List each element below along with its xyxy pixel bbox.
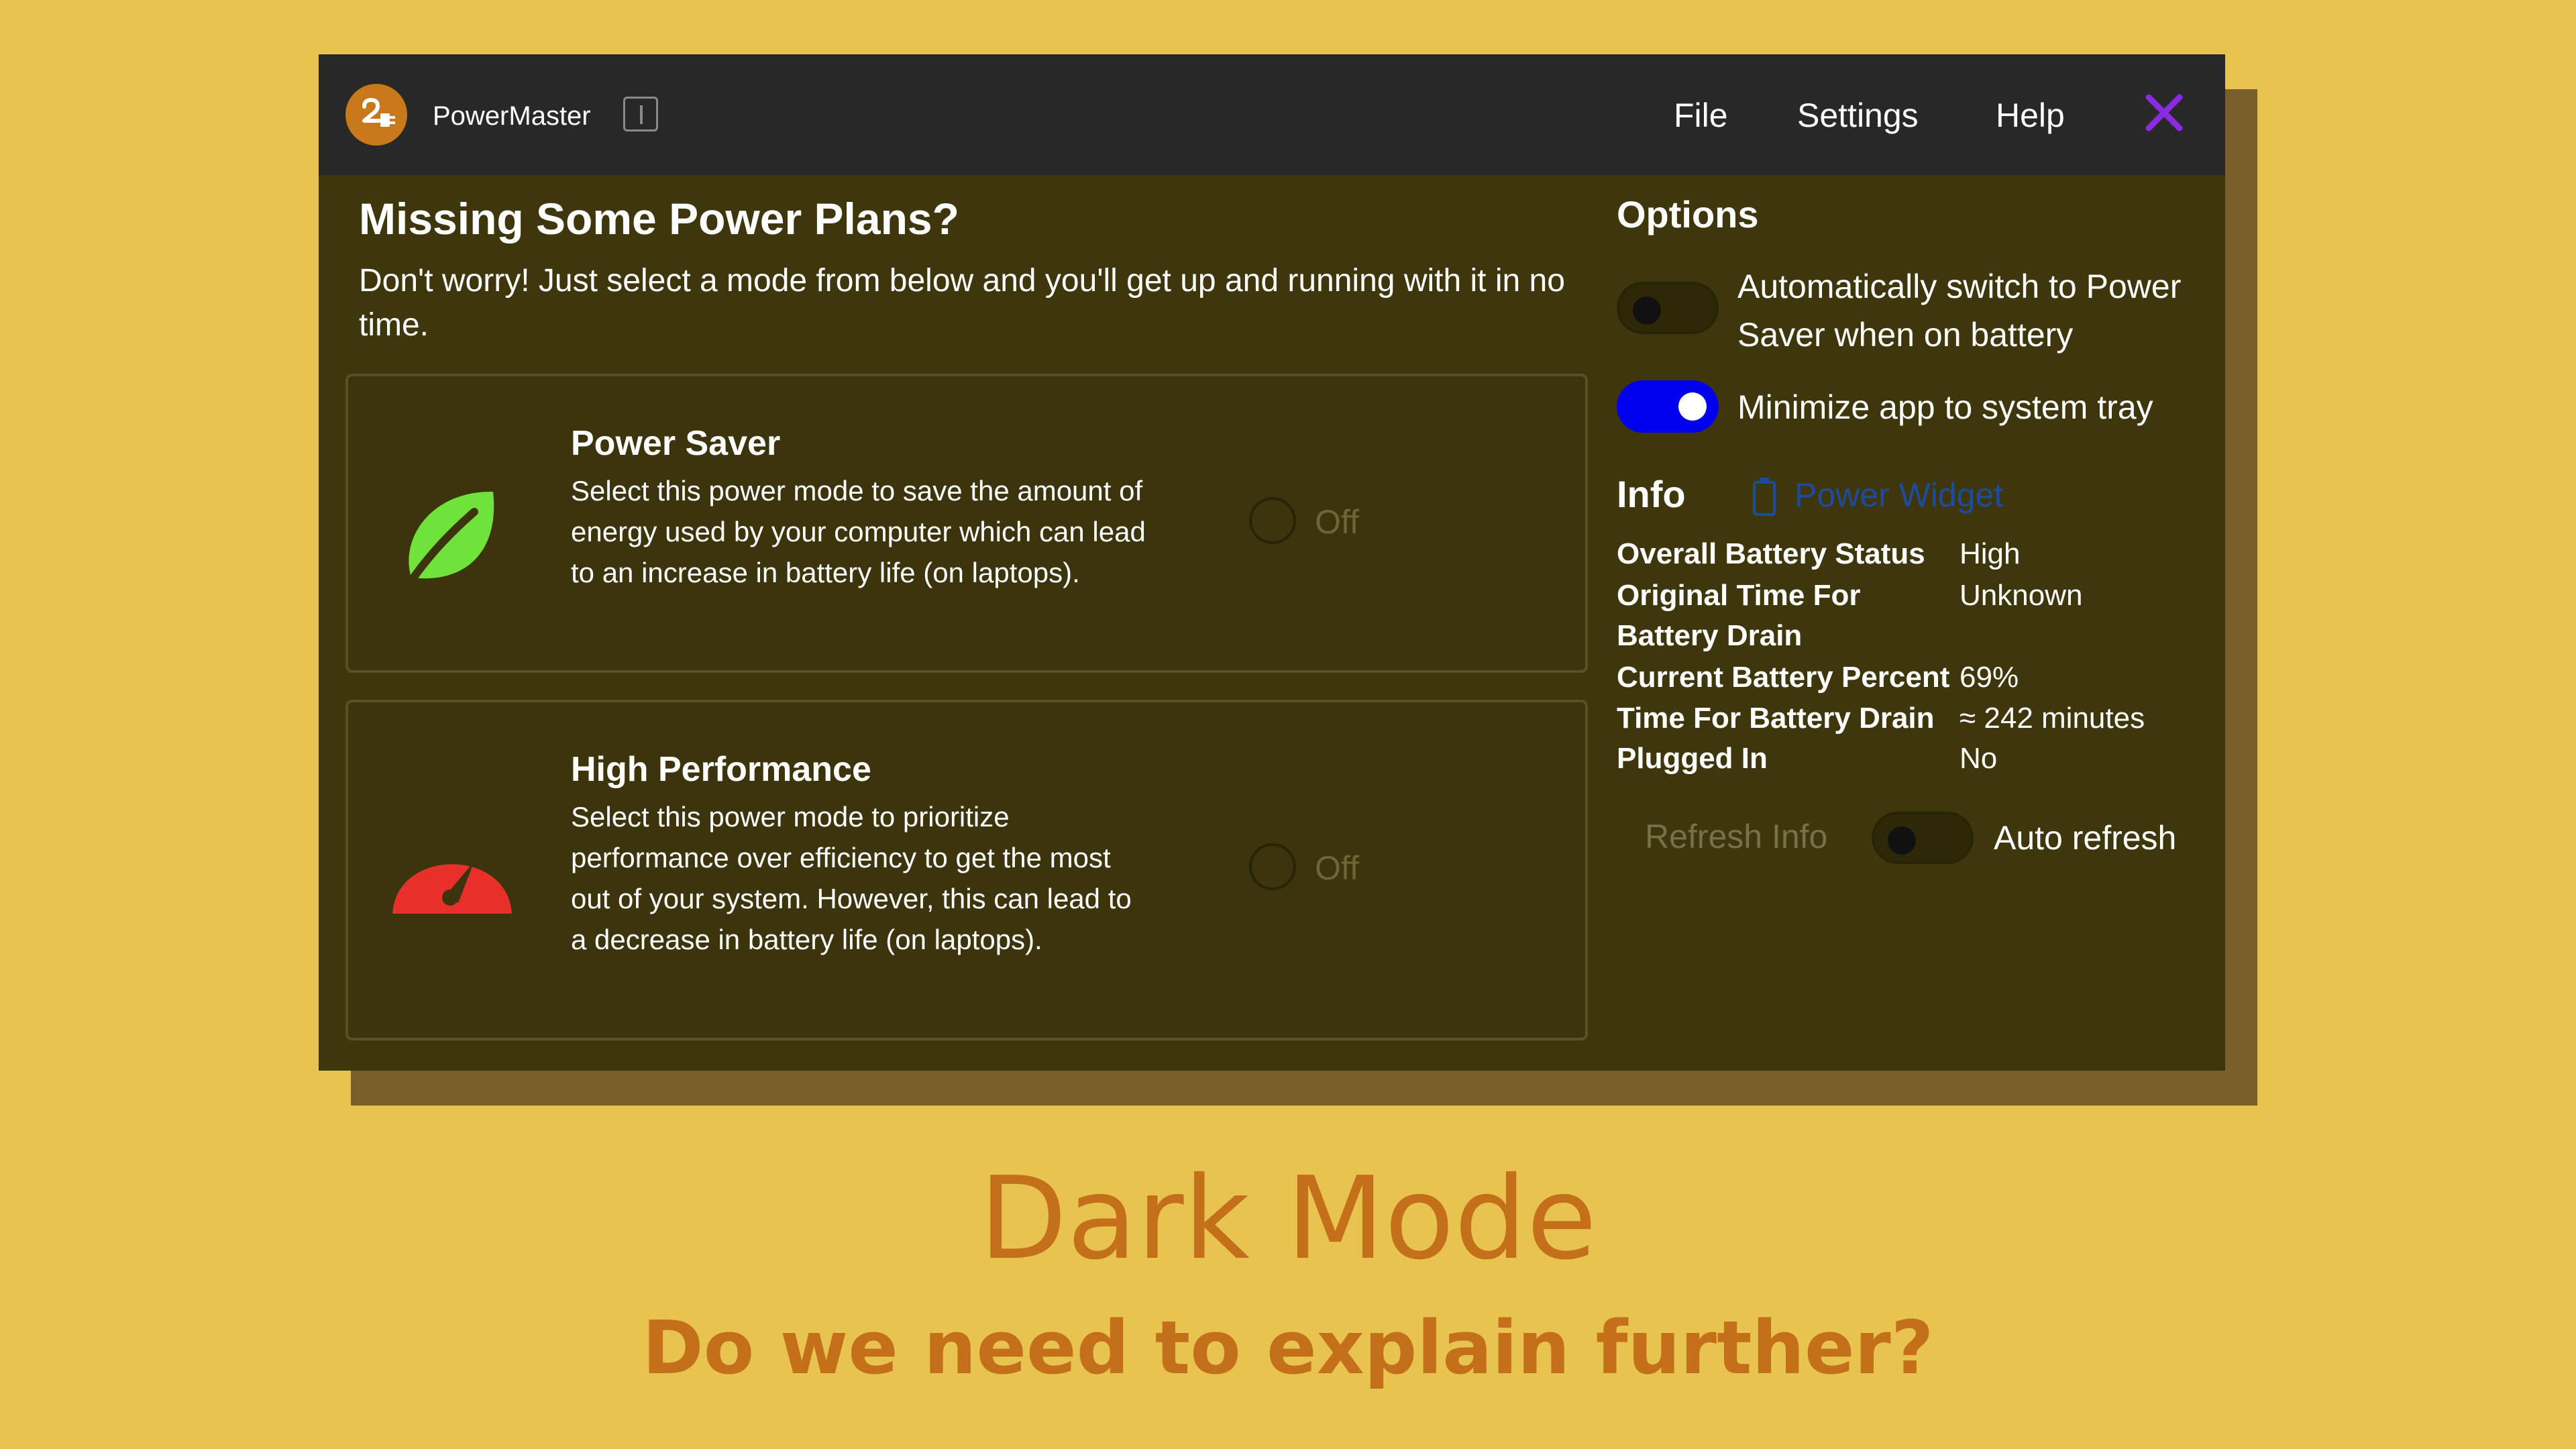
page-title: Missing Some Power Plans? xyxy=(359,194,959,244)
leaf-icon xyxy=(392,477,506,591)
info-label: Overall Battery Status xyxy=(1617,537,1925,570)
info-label: Time For Battery Drain xyxy=(1617,702,1935,735)
high-performance-radio[interactable] xyxy=(1249,843,1296,890)
power-saver-radio[interactable] xyxy=(1249,497,1296,544)
toggle-knob xyxy=(1633,297,1661,325)
menu-settings[interactable]: Settings xyxy=(1797,96,1919,135)
info-label: Current Battery Percent xyxy=(1617,661,1950,694)
info-value: Unknown xyxy=(1960,579,2083,612)
auto-refresh-label: Auto refresh xyxy=(1994,819,2177,857)
menu-help[interactable]: Help xyxy=(1996,96,2065,135)
app-title: PowerMaster xyxy=(433,101,591,131)
mode-description: Select this power mode to prioritize per… xyxy=(571,801,1132,955)
app-window: PowerMaster File Settings Help Missing S… xyxy=(319,54,2225,1071)
title-bar: PowerMaster File Settings Help xyxy=(319,54,2225,175)
power-widget-label: Power Widget xyxy=(1794,476,2004,514)
refresh-info-button[interactable]: Refresh Info xyxy=(1645,817,1827,856)
minimize-tray-toggle[interactable] xyxy=(1617,380,1719,433)
mode-card-power-saver[interactable]: Power Saver Select this power mode to sa… xyxy=(345,374,1588,673)
about-info-icon[interactable] xyxy=(623,97,658,131)
info-value: No xyxy=(1960,742,1998,775)
minimize-tray-label: Minimize app to system tray xyxy=(1737,388,2153,426)
info-value: High xyxy=(1960,537,2021,570)
mode-title: High Performance xyxy=(571,750,871,789)
power-saver-state: Off xyxy=(1315,503,1359,541)
menu-file[interactable]: File xyxy=(1674,96,1728,135)
info-value: 69% xyxy=(1960,661,2019,694)
caption-subtitle: Do we need to explain further? xyxy=(642,1305,1934,1391)
mode-title: Power Saver xyxy=(571,424,781,463)
close-icon[interactable] xyxy=(2141,89,2188,136)
mode-description: Select this power mode to save the amoun… xyxy=(571,475,1146,588)
toggle-knob xyxy=(1888,826,1916,855)
info-value: ≈ 242 minutes xyxy=(1960,702,2145,735)
mode-card-high-performance[interactable]: High Performance Select this power mode … xyxy=(345,700,1588,1040)
speedometer-icon xyxy=(388,820,516,927)
info-label: Plugged In xyxy=(1617,742,1768,775)
options-heading: Options xyxy=(1617,193,1759,235)
info-label: Original Time For Battery Drain xyxy=(1617,579,1861,652)
auto-switch-label: Automatically switch to Power Saver when… xyxy=(1737,268,2182,354)
caption-title: Dark Mode xyxy=(979,1152,1597,1285)
info-heading: Info xyxy=(1617,473,1686,515)
intro-text: Don't worry! Just select a mode from bel… xyxy=(359,263,1565,343)
high-performance-state: Off xyxy=(1315,849,1359,887)
auto-switch-toggle[interactable] xyxy=(1617,282,1719,334)
app-logo-icon xyxy=(345,84,407,146)
auto-refresh-toggle[interactable] xyxy=(1872,812,1974,864)
battery-icon xyxy=(1753,478,1776,516)
toggle-knob xyxy=(1678,392,1707,421)
